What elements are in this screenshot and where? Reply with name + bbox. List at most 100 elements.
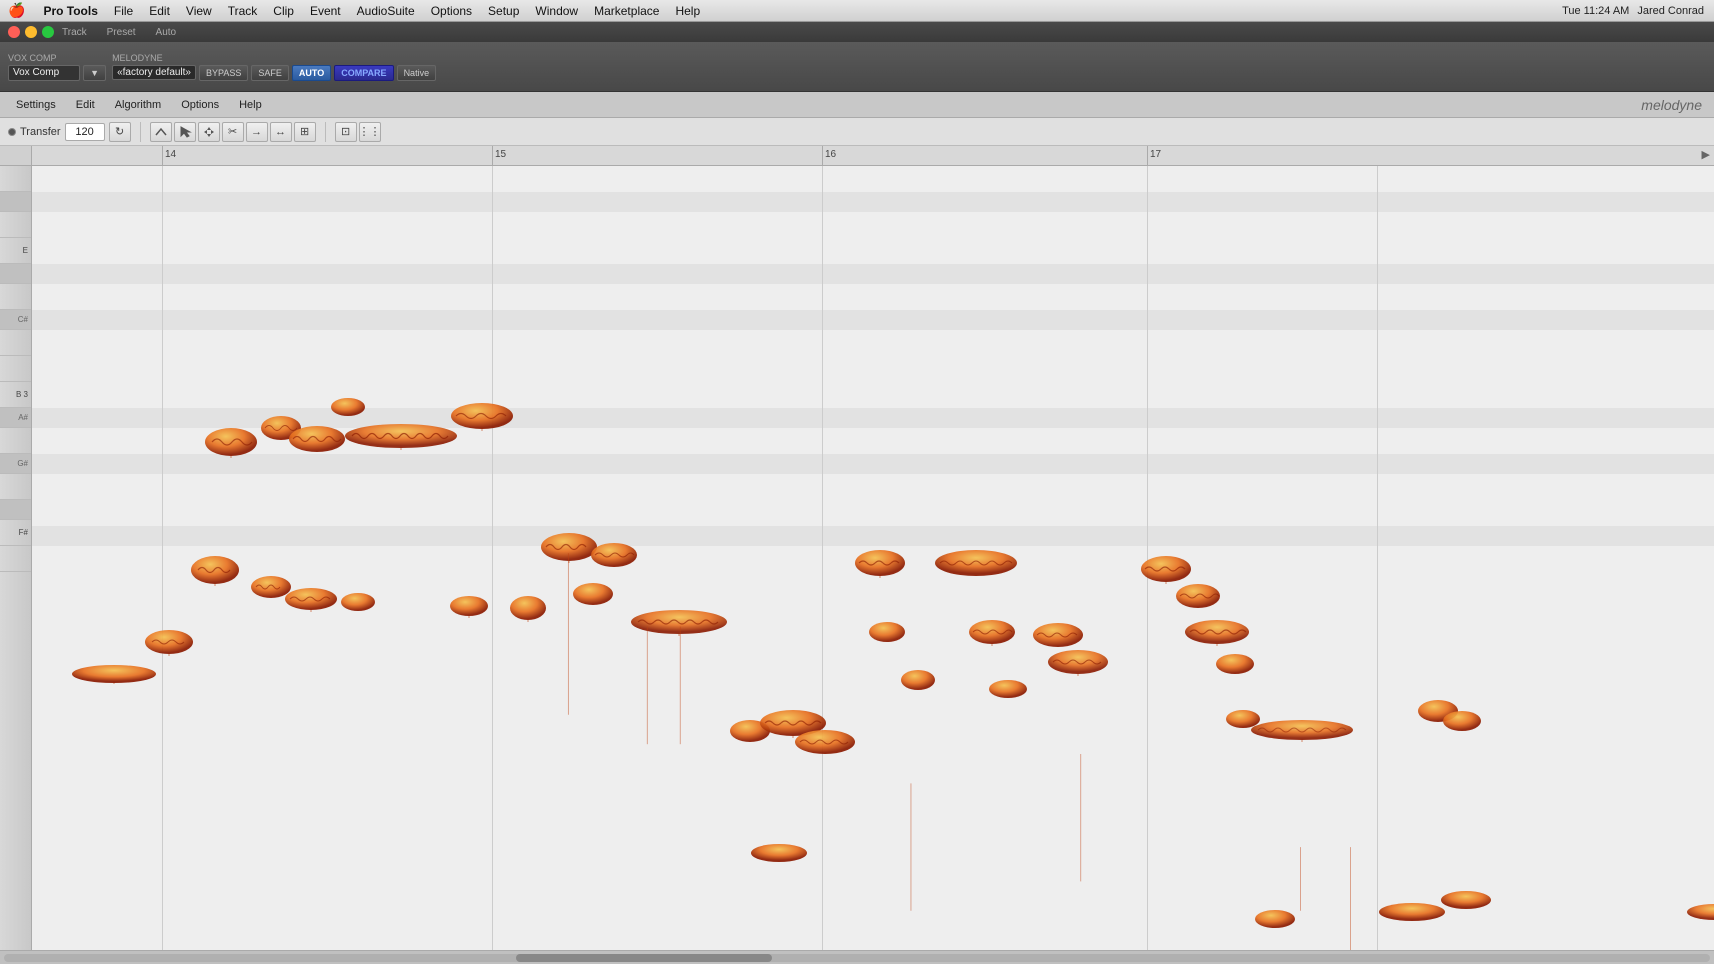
piano-key-g4[interactable] xyxy=(0,474,31,500)
auto-btn[interactable]: AUTO xyxy=(292,65,331,81)
note-blob-12[interactable] xyxy=(450,401,515,431)
note-blob-8[interactable] xyxy=(288,424,346,454)
menu-window[interactable]: Window xyxy=(527,2,586,20)
piano-key-e4[interactable] xyxy=(0,546,31,572)
piano-key-g4s[interactable]: G# xyxy=(0,454,31,474)
note-blob-10[interactable] xyxy=(340,591,376,613)
note-blob-36[interactable] xyxy=(1250,718,1355,742)
tool-expand-icon[interactable]: ↔ xyxy=(270,122,292,142)
piano-key-b4[interactable] xyxy=(0,356,31,382)
submenu-edit[interactable]: Edit xyxy=(68,97,103,113)
menu-track[interactable]: Track xyxy=(220,2,266,20)
tool-select-icon[interactable] xyxy=(174,122,196,142)
close-button[interactable] xyxy=(8,26,20,38)
note-blob-24[interactable] xyxy=(868,620,906,644)
note-blob-21[interactable] xyxy=(794,728,856,756)
note-blob-28[interactable] xyxy=(988,678,1028,700)
piano-key-a4[interactable] xyxy=(0,428,31,454)
note-blob-40[interactable] xyxy=(1442,709,1482,733)
minimize-button[interactable] xyxy=(25,26,37,38)
note-blob-1[interactable] xyxy=(72,664,157,684)
note-blob-22[interactable] xyxy=(750,842,808,864)
rotate-icon[interactable]: ↻ xyxy=(109,122,131,142)
note-blob-13[interactable] xyxy=(449,594,489,618)
note-blob-9[interactable] xyxy=(330,396,366,418)
piano-key-g5[interactable] xyxy=(0,166,31,192)
note-blob-34[interactable] xyxy=(1215,652,1255,676)
piano-key-f4[interactable]: F# xyxy=(0,520,31,546)
submenu-settings[interactable]: Settings xyxy=(8,97,64,113)
submenu-help[interactable]: Help xyxy=(231,97,270,113)
piano-key-b3[interactable]: B 3 xyxy=(0,382,31,408)
safe-btn[interactable]: SAFE xyxy=(251,65,289,81)
tool-pitch-snap-icon[interactable]: ⊡ xyxy=(335,122,357,142)
piano-key-d5[interactable] xyxy=(0,284,31,310)
vgrid-18 xyxy=(1377,166,1378,950)
note-blob-30[interactable] xyxy=(1047,648,1109,676)
menu-setup[interactable]: Setup xyxy=(480,2,527,20)
note-blob-18[interactable] xyxy=(630,608,728,636)
note-blob-23[interactable] xyxy=(854,548,906,578)
menu-edit[interactable]: Edit xyxy=(141,2,178,20)
factory-default-value[interactable]: «factory default» xyxy=(112,65,196,80)
scroll-track[interactable] xyxy=(4,954,1710,962)
transfer-label[interactable]: Transfer xyxy=(20,126,61,138)
piano-key-f5[interactable] xyxy=(0,212,31,238)
scroll-thumb[interactable] xyxy=(516,954,772,962)
scrollbar[interactable] xyxy=(0,950,1714,964)
vox-comp-button[interactable]: ▼ xyxy=(83,65,106,81)
note-blob-15[interactable] xyxy=(572,581,614,607)
note-blob-41[interactable] xyxy=(1440,889,1492,911)
note-blob-26[interactable] xyxy=(934,548,1019,578)
piano-key-c5s[interactable]: C# xyxy=(0,310,31,330)
apple-logo-icon[interactable]: 🍎 xyxy=(8,2,25,19)
vox-comp-select[interactable]: Vox Comp xyxy=(8,65,80,81)
piano-key-e5[interactable]: E xyxy=(0,238,31,264)
menu-clip[interactable]: Clip xyxy=(265,2,302,20)
bpm-input[interactable]: 120 xyxy=(65,123,105,141)
menu-help[interactable]: Help xyxy=(667,2,708,20)
piano-key-c5[interactable] xyxy=(0,330,31,356)
piano-key-f4s[interactable] xyxy=(0,500,31,520)
menu-marketplace[interactable]: Marketplace xyxy=(586,2,667,20)
note-blob-2[interactable] xyxy=(144,628,194,656)
note-blob-33[interactable] xyxy=(1184,618,1251,646)
menu-options[interactable]: Options xyxy=(423,2,480,20)
piano-key-d5s[interactable] xyxy=(0,264,31,284)
note-blob-17[interactable] xyxy=(509,594,547,622)
note-blob-3[interactable] xyxy=(190,554,240,586)
note-blob-27[interactable] xyxy=(968,618,1016,646)
tool-move-icon[interactable] xyxy=(198,122,220,142)
note-grid[interactable] xyxy=(32,166,1714,950)
piano-key-f5s[interactable] xyxy=(0,192,31,212)
tool-arrow-icon[interactable]: → xyxy=(246,122,268,142)
tool-pitch-icon[interactable] xyxy=(150,122,172,142)
piano-key-a4s[interactable]: A# xyxy=(0,408,31,428)
note-blob-42[interactable] xyxy=(1687,902,1714,922)
note-blob-29[interactable] xyxy=(1032,621,1084,649)
note-blob-38[interactable] xyxy=(1378,901,1446,923)
note-blob-11[interactable] xyxy=(344,422,459,450)
scroll-right-icon[interactable]: ▶ xyxy=(1702,148,1710,161)
submenu-options[interactable]: Options xyxy=(173,97,227,113)
note-blob-37[interactable] xyxy=(1254,908,1296,930)
note-blob-16[interactable] xyxy=(590,541,638,569)
note-blob-32[interactable] xyxy=(1175,582,1221,610)
maximize-button[interactable] xyxy=(42,26,54,38)
submenu-algorithm[interactable]: Algorithm xyxy=(107,97,169,113)
note-blob-7[interactable] xyxy=(284,586,339,612)
tool-grid-icon[interactable]: ⋮⋮ xyxy=(359,122,381,142)
note-blob-4[interactable] xyxy=(204,426,259,458)
menu-event[interactable]: Event xyxy=(302,2,349,20)
menu-view[interactable]: View xyxy=(178,2,220,20)
menu-file[interactable]: File xyxy=(106,2,141,20)
tool-quantize-icon[interactable]: ⊞ xyxy=(294,122,316,142)
compare-btn[interactable]: COMPARE xyxy=(334,65,393,81)
native-btn[interactable]: Native xyxy=(397,65,437,81)
bypass-btn[interactable]: BYPASS xyxy=(199,65,248,81)
note-blob-31[interactable] xyxy=(1140,554,1192,584)
menu-audiosuite[interactable]: AudioSuite xyxy=(349,2,423,20)
note-blob-25[interactable] xyxy=(900,668,936,692)
tool-scissors-icon[interactable]: ✂ xyxy=(222,122,244,142)
menu-pro-tools[interactable]: Pro Tools xyxy=(35,2,105,20)
